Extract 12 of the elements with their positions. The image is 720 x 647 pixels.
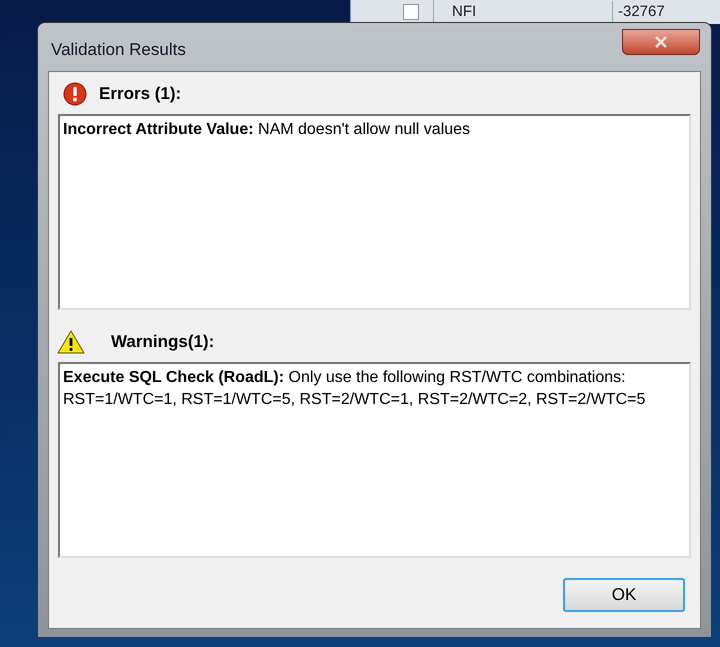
checkbox[interactable] — [403, 4, 419, 20]
close-icon — [654, 36, 668, 48]
message-text: Execute SQL Check (RoadL): Only use the following RST/WTC combinations: RST=1/WTC=1, RST=1/WTC=5, RST=2/WTC=1, RST=2/WTC=2, RST=2/WTC=5 — [63, 368, 646, 410]
message-text: Incorrect Attribute Value: NAM doesn't allow null values — [63, 120, 472, 140]
ok-button[interactable]: OK — [563, 578, 685, 612]
warning-icon — [57, 330, 85, 354]
section-heading: Warnings(1): — [111, 331, 214, 354]
section-heading: Errors (1): — [99, 83, 182, 106]
window-title: Validation Results — [51, 39, 186, 61]
table-cell-text: NFI — [452, 2, 478, 22]
close-button[interactable] — [622, 29, 700, 55]
error-icon — [63, 82, 87, 106]
